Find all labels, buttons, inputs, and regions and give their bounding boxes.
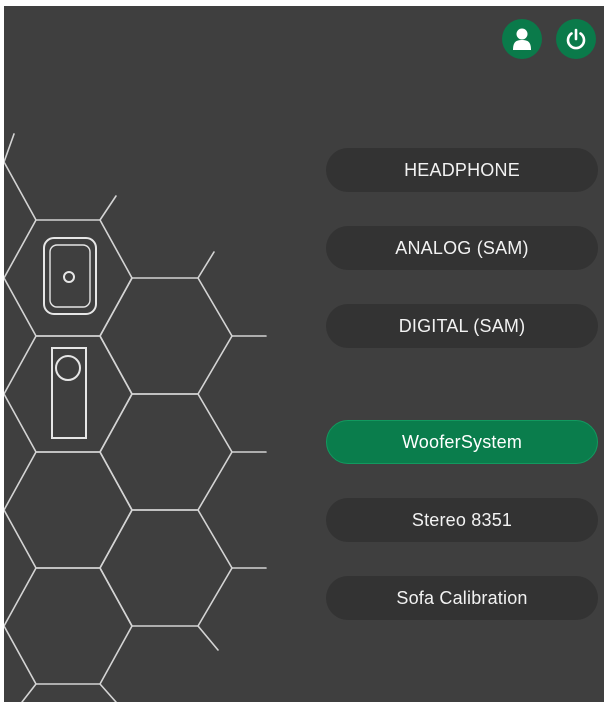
hex-edge <box>197 625 219 651</box>
power-button[interactable] <box>556 19 596 59</box>
speaker-tall-icon <box>51 347 87 439</box>
headphone-button[interactable]: HEADPHONE <box>326 148 598 192</box>
user-icon <box>513 28 531 50</box>
speaker-front-icon <box>43 237 97 315</box>
hex-edge <box>197 251 215 279</box>
hex-cell <box>99 277 233 395</box>
hex-edge <box>99 683 117 702</box>
digital-sam-button[interactable]: DIGITAL (SAM) <box>326 304 598 348</box>
app-window: HEADPHONE ANALOG (SAM) DIGITAL (SAM) Woo… <box>4 6 604 702</box>
hex-cell <box>4 567 133 685</box>
hex-cell <box>99 509 233 627</box>
hex-cell <box>4 451 133 569</box>
hex-cell <box>4 335 133 453</box>
hex-edge <box>99 195 117 221</box>
power-icon <box>566 28 586 50</box>
analog-sam-button[interactable]: ANALOG (SAM) <box>326 226 598 270</box>
stereo-8351-button[interactable]: Stereo 8351 <box>326 498 598 542</box>
woofersystem-button[interactable]: WooferSystem <box>326 420 598 464</box>
user-button[interactable] <box>502 19 542 59</box>
hex-edge <box>4 161 37 221</box>
sofa-calibration-button[interactable]: Sofa Calibration <box>326 576 598 620</box>
hex-edge <box>4 133 15 163</box>
hex-edge <box>21 683 37 702</box>
hex-cell <box>99 393 233 511</box>
